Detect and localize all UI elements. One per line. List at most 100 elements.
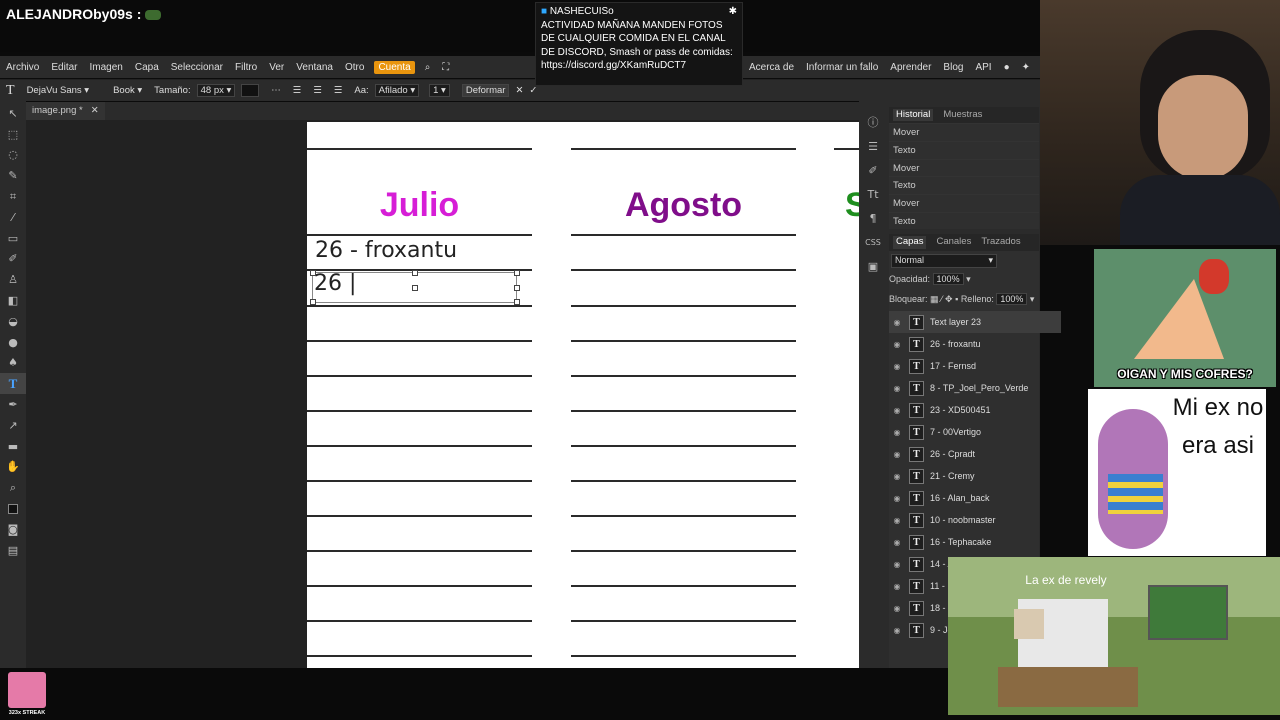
layer-row[interactable]: ◉ T 17 - Fernsd <box>889 355 1061 377</box>
reddit-icon[interactable]: ● <box>998 62 1016 73</box>
fill-input[interactable]: 100% <box>996 293 1028 305</box>
css-panel-icon[interactable]: CSS <box>862 230 884 254</box>
more-options-icon[interactable]: ⋯ <box>271 85 281 96</box>
size-input[interactable]: 48 px ▾ <box>196 84 236 97</box>
menu-filtro[interactable]: Filtro <box>229 62 263 73</box>
transform-handle[interactable] <box>514 270 520 276</box>
text-edit-box[interactable]: 26 | <box>310 270 520 305</box>
layer-row[interactable]: ◉ T 10 - noobmaster <box>889 509 1061 531</box>
menu-archivo[interactable]: Archivo <box>0 62 45 73</box>
quick-mask-icon[interactable]: ◙ <box>0 519 26 540</box>
visibility-icon[interactable]: ◉ <box>889 560 905 569</box>
history-entry[interactable]: Mover <box>889 194 1039 212</box>
color-swatches-icon[interactable] <box>0 498 26 519</box>
stamp-tool-icon[interactable]: ♙ <box>0 269 26 290</box>
deform-button[interactable]: Deformar <box>461 84 510 97</box>
visibility-icon[interactable]: ◉ <box>889 340 905 349</box>
history-entry[interactable]: Texto <box>889 176 1039 194</box>
search-icon[interactable]: ⌕ <box>419 62 437 73</box>
font-select[interactable]: DejaVu Sans ▾ <box>27 85 90 96</box>
tab-swatches[interactable]: Muestras <box>943 109 982 121</box>
history-entry[interactable]: Mover <box>889 158 1039 177</box>
opacity-input[interactable]: 100% <box>932 273 964 285</box>
fill-dropdown-icon[interactable]: ▾ <box>1030 294 1035 304</box>
menu-api[interactable]: API <box>969 62 997 73</box>
blend-mode-select[interactable]: Normal ▾ <box>891 254 997 268</box>
visibility-icon[interactable]: ◉ <box>889 384 905 393</box>
menu-about[interactable]: Acerca de <box>743 62 800 73</box>
layer-row[interactable]: ◉ T Text layer 23 <box>889 311 1061 333</box>
visibility-icon[interactable]: ◉ <box>889 582 905 591</box>
transform-handle[interactable] <box>412 285 418 291</box>
visibility-icon[interactable]: ◉ <box>889 626 905 635</box>
visibility-icon[interactable]: ◉ <box>889 472 905 481</box>
screen-mode-icon[interactable]: ▤ <box>0 540 26 561</box>
history-entry[interactable]: Texto <box>889 140 1039 159</box>
confirm-icon[interactable]: ✓ <box>529 85 537 96</box>
tab-paths[interactable]: Trazados <box>981 236 1020 249</box>
zoom-tool-icon[interactable]: ⌕ <box>0 477 26 498</box>
twitter-icon[interactable]: ✦ <box>1016 62 1036 73</box>
menu-seleccionar[interactable]: Seleccionar <box>165 62 229 73</box>
bucket-tool-icon[interactable]: ◒ <box>0 311 26 332</box>
lasso-tool-icon[interactable]: ◌ <box>0 145 26 166</box>
tab-history[interactable]: Historial <box>893 109 934 121</box>
menu-report-bug[interactable]: Informar un fallo <box>800 62 884 73</box>
align-left-icon[interactable]: ☰ <box>293 85 302 96</box>
menu-ventana[interactable]: Ventana <box>290 62 339 73</box>
fullscreen-icon[interactable]: ⛶ <box>436 62 455 73</box>
transform-handle[interactable] <box>412 270 418 276</box>
visibility-icon[interactable]: ◉ <box>889 538 905 547</box>
crop-tool-icon[interactable]: ⌗ <box>0 186 26 207</box>
blur-tool-icon[interactable]: ● <box>0 332 26 353</box>
layer-row[interactable]: ◉ T 16 - Alan_back <box>889 487 1061 509</box>
tab-layers[interactable]: Capas <box>893 236 927 249</box>
visibility-icon[interactable]: ◉ <box>889 362 905 371</box>
menu-learn[interactable]: Aprender <box>884 62 937 73</box>
menu-blog[interactable]: Blog <box>937 62 969 73</box>
menu-imagen[interactable]: Imagen <box>83 62 128 73</box>
opacity-dropdown-icon[interactable]: ▾ <box>966 274 971 284</box>
history-entry[interactable]: Texto <box>889 211 1039 230</box>
paragraph-panel-icon[interactable]: ¶ <box>862 206 884 230</box>
layer-row[interactable]: ◉ T 8 - TP_Joel_Pero_Verde <box>889 377 1061 399</box>
layer-row[interactable]: ◉ T 16 - Tephacake <box>889 531 1061 553</box>
visibility-icon[interactable]: ◉ <box>889 494 905 503</box>
layer-row[interactable]: ◉ T 21 - Cremy <box>889 465 1061 487</box>
transform-handle[interactable] <box>310 270 316 276</box>
editing-text[interactable]: 26 | <box>314 271 356 296</box>
eraser-tool-icon[interactable]: ◧ <box>0 290 26 311</box>
marquee-tool-icon[interactable]: ⬚ <box>0 124 26 145</box>
text-color-swatch[interactable] <box>241 84 260 97</box>
visibility-icon[interactable]: ◉ <box>889 450 905 459</box>
document-tab[interactable]: image.png * ✕ <box>26 102 105 120</box>
menu-ver[interactable]: Ver <box>263 62 290 73</box>
type-tool-icon[interactable]: T <box>0 373 26 395</box>
visibility-icon[interactable]: ◉ <box>889 604 905 613</box>
menu-editar[interactable]: Editar <box>45 62 83 73</box>
transform-handle[interactable] <box>514 285 520 291</box>
layer-row[interactable]: ◉ T 23 - XD500451 <box>889 399 1061 421</box>
pen-tool-icon[interactable]: ✒ <box>0 394 26 415</box>
dodge-tool-icon[interactable]: ♠ <box>0 353 26 374</box>
line-height-select[interactable]: 1 ▾ <box>429 84 450 97</box>
visibility-icon[interactable]: ◉ <box>889 428 905 437</box>
move-tool-icon[interactable]: ↖ <box>0 103 26 124</box>
properties-icon[interactable]: ☰ <box>862 134 884 158</box>
frame-tool-icon[interactable]: ▭ <box>0 228 26 249</box>
close-tab-icon[interactable]: ✕ <box>91 105 99 117</box>
brush-panel-icon[interactable]: ✐ <box>862 158 884 182</box>
character-panel-icon[interactable]: Tt <box>862 182 884 206</box>
visibility-icon[interactable]: ◉ <box>889 318 905 327</box>
history-entry[interactable]: Mover <box>889 123 1039 141</box>
menu-otro[interactable]: Otro <box>339 62 370 73</box>
antialias-select[interactable]: Afilado ▾ <box>374 84 420 97</box>
image-canvas[interactable]: Julio Agosto S 26 - froxantu 26 | <box>307 122 859 668</box>
lock-icons[interactable]: ▦ ⁄ ✥ ▪ <box>930 294 958 304</box>
tab-channels[interactable]: Canales <box>936 236 971 249</box>
hand-tool-icon[interactable]: ✋ <box>0 457 26 478</box>
image-panel-icon[interactable]: ▣ <box>862 254 884 278</box>
brush-tool-icon[interactable]: ✐ <box>0 249 26 270</box>
info-icon[interactable]: ⓘ <box>862 110 884 134</box>
font-style-select[interactable]: Book ▾ <box>113 85 142 96</box>
